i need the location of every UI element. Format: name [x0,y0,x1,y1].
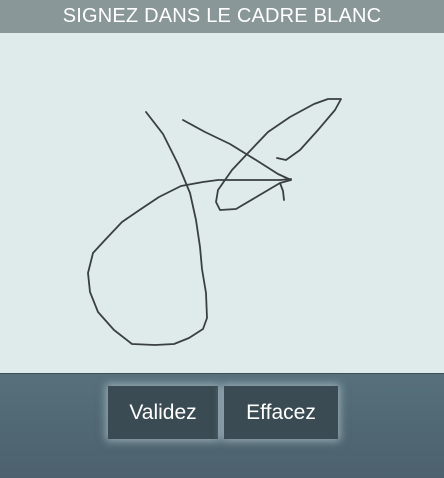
signature-pad[interactable] [0,33,444,373]
clear-button-label: Effacez [246,401,316,424]
instruction-header: SIGNEZ DANS LE CADRE BLANC [0,0,444,33]
signature-canvas[interactable] [0,33,444,373]
clear-button[interactable]: Effacez [224,386,338,439]
signature-stroke-flourish [182,98,342,211]
instruction-title: SIGNEZ DANS LE CADRE BLANC [62,5,382,27]
signature-stroke-loop [87,111,292,346]
validate-button-label: Validez [129,401,197,424]
action-footer: Validez Effacez [0,373,444,478]
validate-button[interactable]: Validez [108,386,218,439]
signature-stroke-tail [279,182,285,201]
